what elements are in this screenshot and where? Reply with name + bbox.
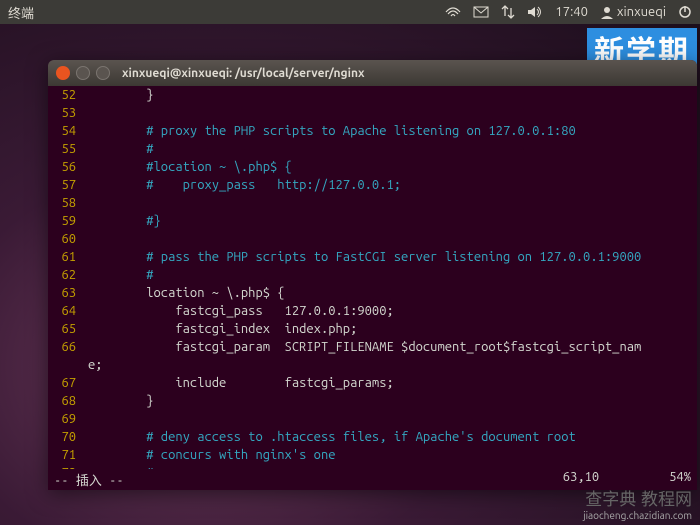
code-line: 58 — [48, 194, 697, 212]
code-text — [88, 194, 697, 212]
code-text: fastcgi_param SCRIPT_FILENAME $document_… — [88, 338, 697, 356]
code-text — [88, 104, 697, 122]
code-line: 71 # concurs with nginx's one — [48, 446, 697, 464]
code-line: 53 — [48, 104, 697, 122]
code-line: 59 #} — [48, 212, 697, 230]
network-icon[interactable] — [445, 6, 461, 18]
code-text: e; — [88, 356, 697, 374]
code-text: fastcgi_index index.php; — [88, 320, 697, 338]
code-text: # pass the PHP scripts to FastCGI server… — [88, 248, 697, 266]
code-text: # — [88, 464, 697, 469]
window-titlebar[interactable]: xinxueqi@xinxueqi: /usr/local/server/ngi… — [48, 60, 697, 86]
terminal-content[interactable]: 52 }5354 # proxy the PHP scripts to Apac… — [48, 86, 697, 469]
line-number: 70 — [48, 428, 88, 446]
line-number: 66 — [48, 338, 88, 356]
username-label: xinxueqi — [617, 5, 666, 19]
code-line: 68 } — [48, 392, 697, 410]
line-number: 71 — [48, 446, 88, 464]
line-number: 62 — [48, 266, 88, 284]
line-number: 72 — [48, 464, 88, 469]
code-line: 66 fastcgi_param SCRIPT_FILENAME $docume… — [48, 338, 697, 356]
code-line: 72 # — [48, 464, 697, 469]
code-line: 63 location ~ \.php$ { — [48, 284, 697, 302]
code-text: # — [88, 140, 697, 158]
line-number: 65 — [48, 320, 88, 338]
code-text: # concurs with nginx's one — [88, 446, 697, 464]
sound-icon[interactable] — [527, 5, 543, 19]
mail-icon[interactable] — [473, 6, 489, 18]
close-icon[interactable] — [56, 66, 70, 80]
line-number: 60 — [48, 230, 88, 248]
code-text — [88, 230, 697, 248]
code-line: 60 — [48, 230, 697, 248]
code-line: 69 — [48, 410, 697, 428]
code-text — [88, 410, 697, 428]
line-number: 56 — [48, 158, 88, 176]
line-number: 61 — [48, 248, 88, 266]
line-number — [48, 356, 88, 374]
code-line: 70 # deny access to .htaccess files, if … — [48, 428, 697, 446]
minimize-icon[interactable] — [76, 66, 90, 80]
line-number: 58 — [48, 194, 88, 212]
footer-watermark: 查字典 教程网 jiaocheng.chazidian.com — [583, 485, 692, 521]
code-text: } — [88, 86, 697, 104]
line-number: 55 — [48, 140, 88, 158]
code-line: 52 } — [48, 86, 697, 104]
code-line: 64 fastcgi_pass 127.0.0.1:9000; — [48, 302, 697, 320]
line-number: 63 — [48, 284, 88, 302]
code-text: #location ~ \.php$ { — [88, 158, 697, 176]
line-number: 53 — [48, 104, 88, 122]
code-line: 57 # proxy_pass http://127.0.0.1; — [48, 176, 697, 194]
code-line: 62 # — [48, 266, 697, 284]
code-line: 56 #location ~ \.php$ { — [48, 158, 697, 176]
clock[interactable]: 17:40 — [555, 5, 588, 19]
line-number: 59 — [48, 212, 88, 230]
code-text: location ~ \.php$ { — [88, 284, 697, 302]
code-line: 61 # pass the PHP scripts to FastCGI ser… — [48, 248, 697, 266]
code-text: # proxy the PHP scripts to Apache listen… — [88, 122, 697, 140]
terminal-window: xinxueqi@xinxueqi: /usr/local/server/ngi… — [48, 60, 697, 490]
code-line: 54 # proxy the PHP scripts to Apache lis… — [48, 122, 697, 140]
line-number: 52 — [48, 86, 88, 104]
code-text: # deny access to .htaccess files, if Apa… — [88, 428, 697, 446]
window-title: xinxueqi@xinxueqi: /usr/local/server/ngi… — [122, 67, 365, 80]
line-number: 67 — [48, 374, 88, 392]
code-text: # — [88, 266, 697, 284]
top-panel: 终端 17:40 xinxueqi — [0, 0, 700, 24]
desktop: 终端 17:40 xinxueqi 新学期 — [0, 0, 700, 525]
line-number: 54 — [48, 122, 88, 140]
vim-mode: -- 插入 -- — [54, 470, 124, 489]
power-icon[interactable] — [678, 5, 692, 19]
code-text: # proxy_pass http://127.0.0.1; — [88, 176, 697, 194]
app-menu-title[interactable]: 终端 — [8, 3, 34, 22]
code-line: 65 fastcgi_index index.php; — [48, 320, 697, 338]
code-text: #} — [88, 212, 697, 230]
maximize-icon[interactable] — [96, 66, 110, 80]
updown-icon[interactable] — [501, 5, 515, 19]
footer-title: 查字典 教程网 — [583, 485, 692, 510]
code-text: fastcgi_pass 127.0.0.1:9000; — [88, 302, 697, 320]
code-line: e; — [48, 356, 697, 374]
line-number: 57 — [48, 176, 88, 194]
code-line: 67 include fastcgi_params; — [48, 374, 697, 392]
code-text: include fastcgi_params; — [88, 374, 697, 392]
line-number: 64 — [48, 302, 88, 320]
code-line: 55 # — [48, 140, 697, 158]
line-number: 68 — [48, 392, 88, 410]
line-number: 69 — [48, 410, 88, 428]
code-text: } — [88, 392, 697, 410]
user-menu[interactable]: xinxueqi — [600, 5, 666, 19]
footer-url: jiaocheng.chazidian.com — [583, 510, 692, 521]
